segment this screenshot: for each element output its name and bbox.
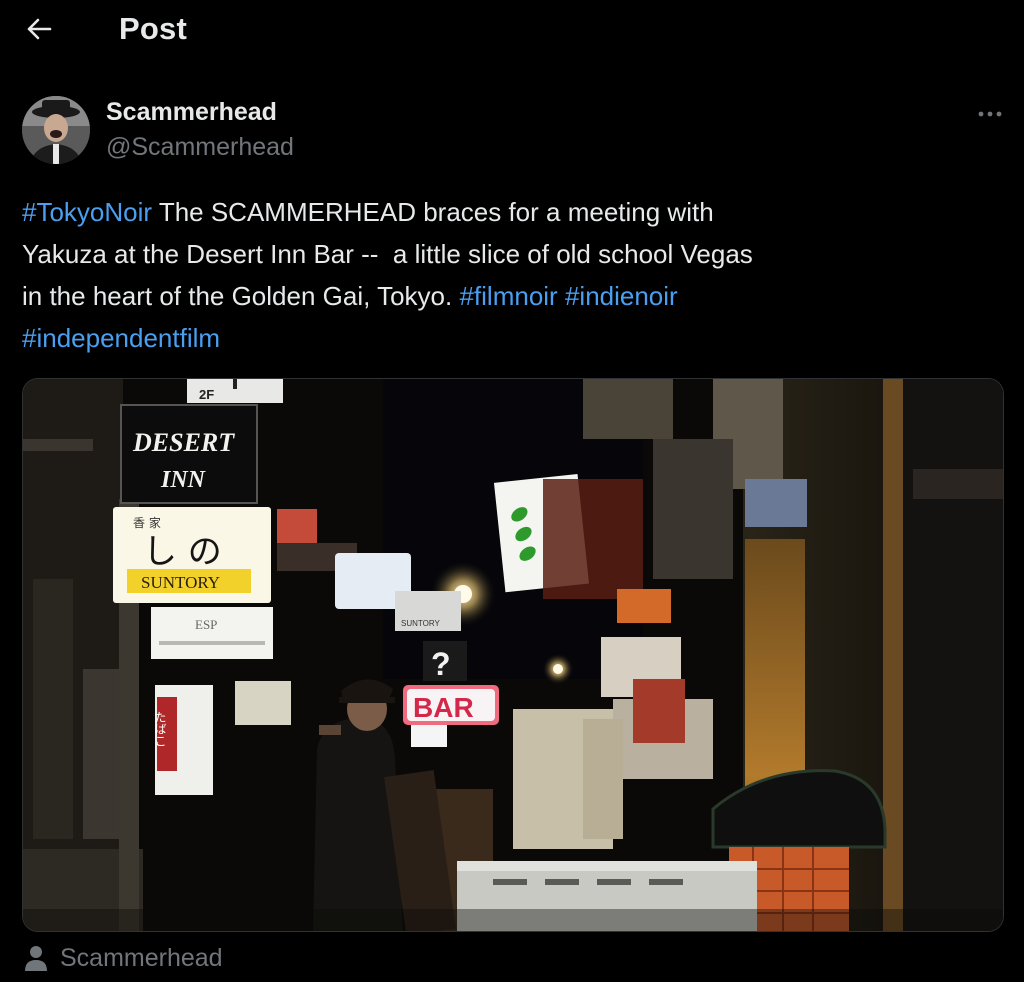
sign-esp: ESP — [195, 617, 217, 632]
tweet-text-segment — [558, 281, 565, 311]
hashtag-link[interactable]: #independentfilm — [22, 323, 220, 353]
hashtag-link[interactable]: #TokyoNoir — [22, 197, 152, 227]
post-header: Post — [0, 0, 1024, 58]
sign-question: ? — [431, 646, 451, 682]
sign-tabako: たばこ — [153, 711, 167, 747]
tweet-text: #TokyoNoir The SCAMMERHEAD braces for a … — [22, 191, 982, 359]
arrow-left-icon — [27, 18, 52, 40]
sign-suntory: SUNTORY — [141, 573, 220, 592]
sign-bar: BAR — [413, 692, 474, 723]
tagged-user[interactable]: Scammerhead — [24, 941, 223, 975]
author-handle[interactable]: @Scammerhead — [106, 133, 294, 162]
sign-2f: 2F — [199, 387, 214, 402]
sign-desert-inn-line1: DESERT — [132, 428, 235, 457]
author-display-name[interactable]: Scammerhead — [106, 98, 277, 127]
tagged-user-name: Scammerhead — [60, 943, 223, 972]
hashtag-link[interactable]: #filmnoir — [459, 281, 557, 311]
page-title: Post — [119, 11, 187, 46]
back-button[interactable] — [22, 12, 56, 46]
sign-desert-inn-line2: INN — [160, 467, 207, 493]
person-icon — [25, 946, 47, 971]
hashtag-link[interactable]: #indienoir — [565, 281, 678, 311]
photo-scene: 2F DESERT INN 香 家 し の SUNTORY ESP SUNTOR… — [23, 379, 1003, 931]
sign-shino-main: し の — [143, 532, 222, 572]
sign-suntory-small: SUNTORY — [401, 619, 440, 628]
avatar[interactable] — [22, 96, 90, 164]
more-horizontal-icon — [978, 111, 1002, 117]
more-options-button[interactable] — [972, 100, 1008, 128]
tweet-media-photo[interactable]: 2F DESERT INN 香 家 し の SUNTORY ESP SUNTOR… — [22, 378, 1004, 932]
sign-shino-small: 香 家 — [133, 515, 161, 530]
avatar-image — [22, 96, 90, 164]
